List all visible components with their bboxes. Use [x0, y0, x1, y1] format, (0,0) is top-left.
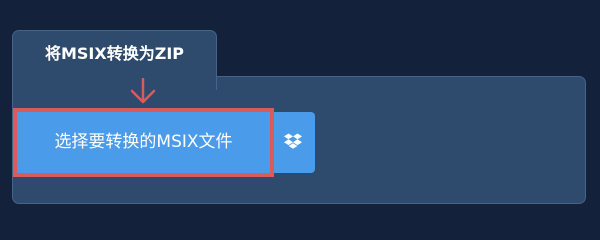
dropbox-icon [284, 133, 302, 149]
converter-tab: 将MSIX转换为ZIP [12, 30, 217, 90]
dropbox-button[interactable] [270, 112, 315, 173]
annotation-arrow-icon [130, 78, 156, 104]
tab-title: 将MSIX转换为ZIP [44, 44, 185, 63]
select-file-button[interactable]: 选择要转换的MSIX文件 [17, 112, 270, 173]
